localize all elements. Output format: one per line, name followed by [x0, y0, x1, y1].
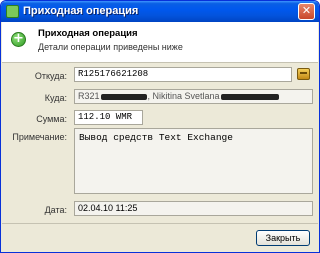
wallet-icon[interactable] [297, 68, 310, 80]
redaction-mark [100, 93, 147, 100]
dialog-header: + Приходная операция Детали операции при… [2, 22, 318, 63]
header-title: Приходная операция [38, 28, 138, 39]
to-field-name: , Nikitina Svetlana [147, 91, 220, 101]
note-field[interactable]: Вывод средств Text Exchange [74, 128, 313, 194]
date-label: Дата: [44, 205, 67, 215]
amount-field[interactable]: 112.10 WMR [74, 110, 143, 125]
add-icon: + [11, 32, 26, 47]
note-label: Примечание: [12, 132, 67, 142]
app-icon [6, 5, 19, 18]
to-field[interactable]: R321 , Nikitina Svetlana [74, 89, 313, 104]
amount-label: Сумма: [36, 114, 67, 124]
to-field-prefix: R321 [78, 91, 100, 101]
footer-divider [2, 223, 318, 224]
window-title: Приходная операция [23, 5, 139, 17]
title-bar[interactable]: Приходная операция ✕ [1, 1, 319, 22]
transaction-dialog: Приходная операция ✕ + Приходная операци… [0, 0, 320, 253]
window-close-button[interactable]: ✕ [298, 3, 315, 20]
to-label: Куда: [44, 93, 67, 103]
header-subtitle: Детали операции приведены ниже [38, 42, 183, 52]
close-button[interactable]: Закрыть [256, 230, 310, 246]
from-label: Откуда: [34, 71, 67, 81]
date-field[interactable]: 02.04.10 11:25 [74, 201, 313, 216]
from-field[interactable]: R125176621208 [74, 67, 292, 82]
redaction-mark [220, 93, 279, 100]
